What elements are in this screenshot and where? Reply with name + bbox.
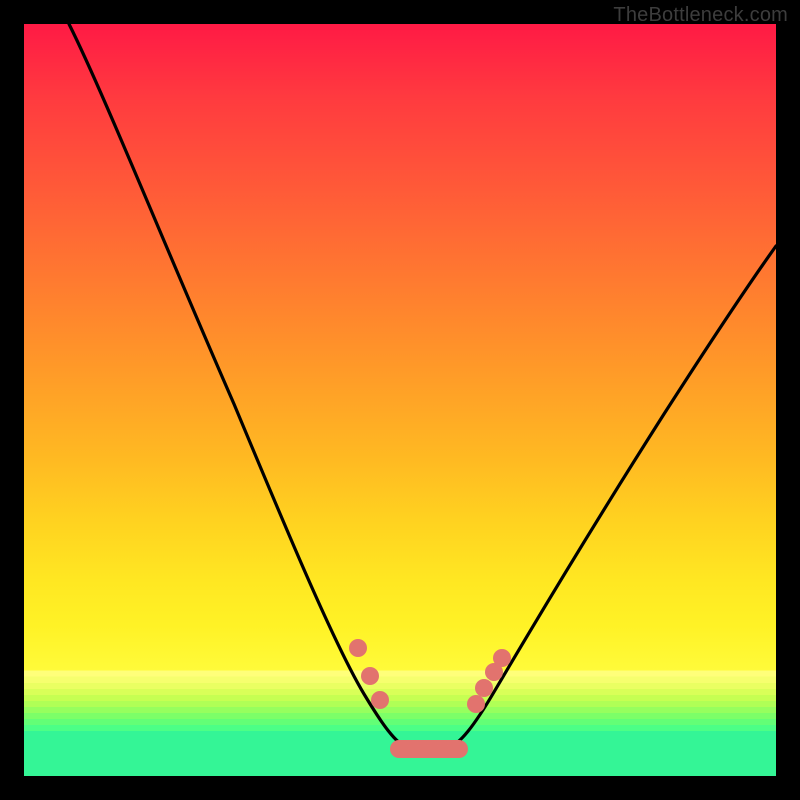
- outer-frame: TheBottleneck.com: [0, 0, 800, 800]
- left-cluster-markers: [349, 639, 389, 709]
- watermark-text: TheBottleneck.com: [613, 4, 788, 27]
- bottleneck-curve: [69, 24, 776, 748]
- trough-bar-marker: [390, 740, 468, 758]
- chart-svg: [24, 24, 776, 776]
